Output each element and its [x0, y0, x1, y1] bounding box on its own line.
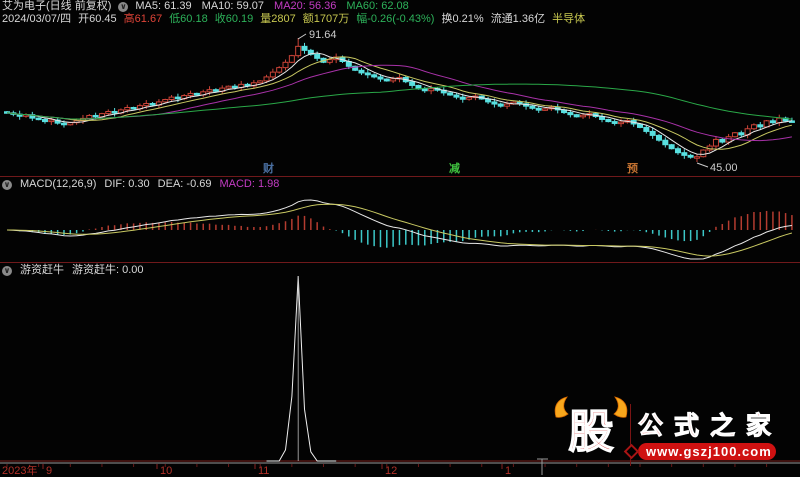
collapse-main-icon[interactable]: ∨	[118, 2, 128, 12]
logo-site-url[interactable]: www.gszj100.com	[638, 443, 776, 460]
logo-bull-mark: 股	[552, 398, 624, 468]
logo-divider	[630, 404, 631, 466]
gszj-logo[interactable]: 股 公式之家 www.gszj100.com	[552, 398, 782, 468]
ma-value: MA60: 62.08	[346, 0, 408, 13]
high-annotation-label: 91.64	[309, 29, 337, 41]
logo-gu-character: 股	[552, 404, 630, 460]
quote-stat: 额1707万	[303, 13, 349, 26]
low-annotation-arrow	[697, 163, 708, 167]
macd-dif-value: DIF: 0.30	[104, 178, 149, 191]
macd-title: MACD(12,26,9)	[20, 178, 96, 191]
ma-values-row: MA5: 61.39 MA10: 59.07 MA20: 56.36 MA60: 62…	[135, 0, 408, 13]
quote-stat: 高61.67	[124, 13, 163, 26]
macd-dif-dea-lines	[7, 200, 792, 259]
ma-value: MA5: 61.39	[135, 0, 191, 13]
sub-panel-divider	[0, 262, 800, 263]
quote-stat: 量2807	[260, 13, 295, 26]
macd-panel-header: ∨ MACD(12,26,9) DIF: 0.30 DEA: -0.69 MAC…	[2, 178, 279, 191]
timeline-slider-handle[interactable]	[537, 459, 548, 475]
stock-app-window: 艾为电子(日线 前复权) ∨ MA5: 61.39 MA10: 59.07 MA20…	[0, 0, 800, 477]
timeline-label: 10	[160, 465, 172, 477]
macd-panel-divider	[0, 176, 800, 177]
collapse-macd-icon[interactable]: ∨	[2, 180, 12, 190]
macd-chart-canvas[interactable]	[0, 191, 800, 261]
quote-stat: 半导体	[552, 13, 585, 26]
high-annotation-arrow	[298, 34, 306, 39]
timeline-label: 12	[385, 465, 397, 477]
timeline-label: 2023年	[2, 463, 37, 477]
quote-stat: 开60.45	[78, 13, 117, 26]
low-annotation-label: 45.00	[710, 162, 738, 174]
logo-site-name: 公式之家	[638, 414, 782, 440]
quote-info-row: 2024/03/07/四开60.45 高61.67 低60.18 收60.19 量280…	[2, 13, 585, 26]
quote-stat: 低60.18	[169, 13, 208, 26]
quote-stat: 换0.21%	[441, 13, 483, 26]
timeline-label: 1	[505, 465, 511, 477]
signal-spike	[267, 276, 337, 461]
timeline-label: 9	[46, 465, 52, 477]
candlestick-chart-canvas[interactable]: 91.64 45.00	[0, 26, 800, 176]
quote-stat: 流通1.36亿	[491, 13, 545, 26]
quote-stat: 2024/03/07/四	[2, 13, 71, 26]
timeline-labels: 2023年 9 10 11 12 1	[2, 463, 511, 477]
macd-macd-value: MACD: 1.98	[219, 178, 279, 191]
macd-dea-value: DEA: -0.69	[158, 178, 212, 191]
quote-stat: 幅-0.26(-0.43%)	[356, 13, 434, 26]
event-flag[interactable]: 减	[449, 160, 460, 176]
stock-title: 艾为电子(日线 前复权)	[2, 0, 111, 13]
ma-lines	[7, 53, 792, 154]
event-flag[interactable]: 预	[627, 160, 638, 176]
quote-stat: 收60.19	[215, 13, 254, 26]
ma-value: MA20: 56.36	[274, 0, 336, 13]
ma-value: MA10: 59.07	[202, 0, 264, 13]
chart-title-row: 艾为电子(日线 前复权) ∨ MA5: 61.39 MA10: 59.07 MA20…	[2, 0, 409, 13]
event-flag[interactable]: 财	[263, 160, 274, 176]
timeline-label: 11	[258, 465, 269, 477]
